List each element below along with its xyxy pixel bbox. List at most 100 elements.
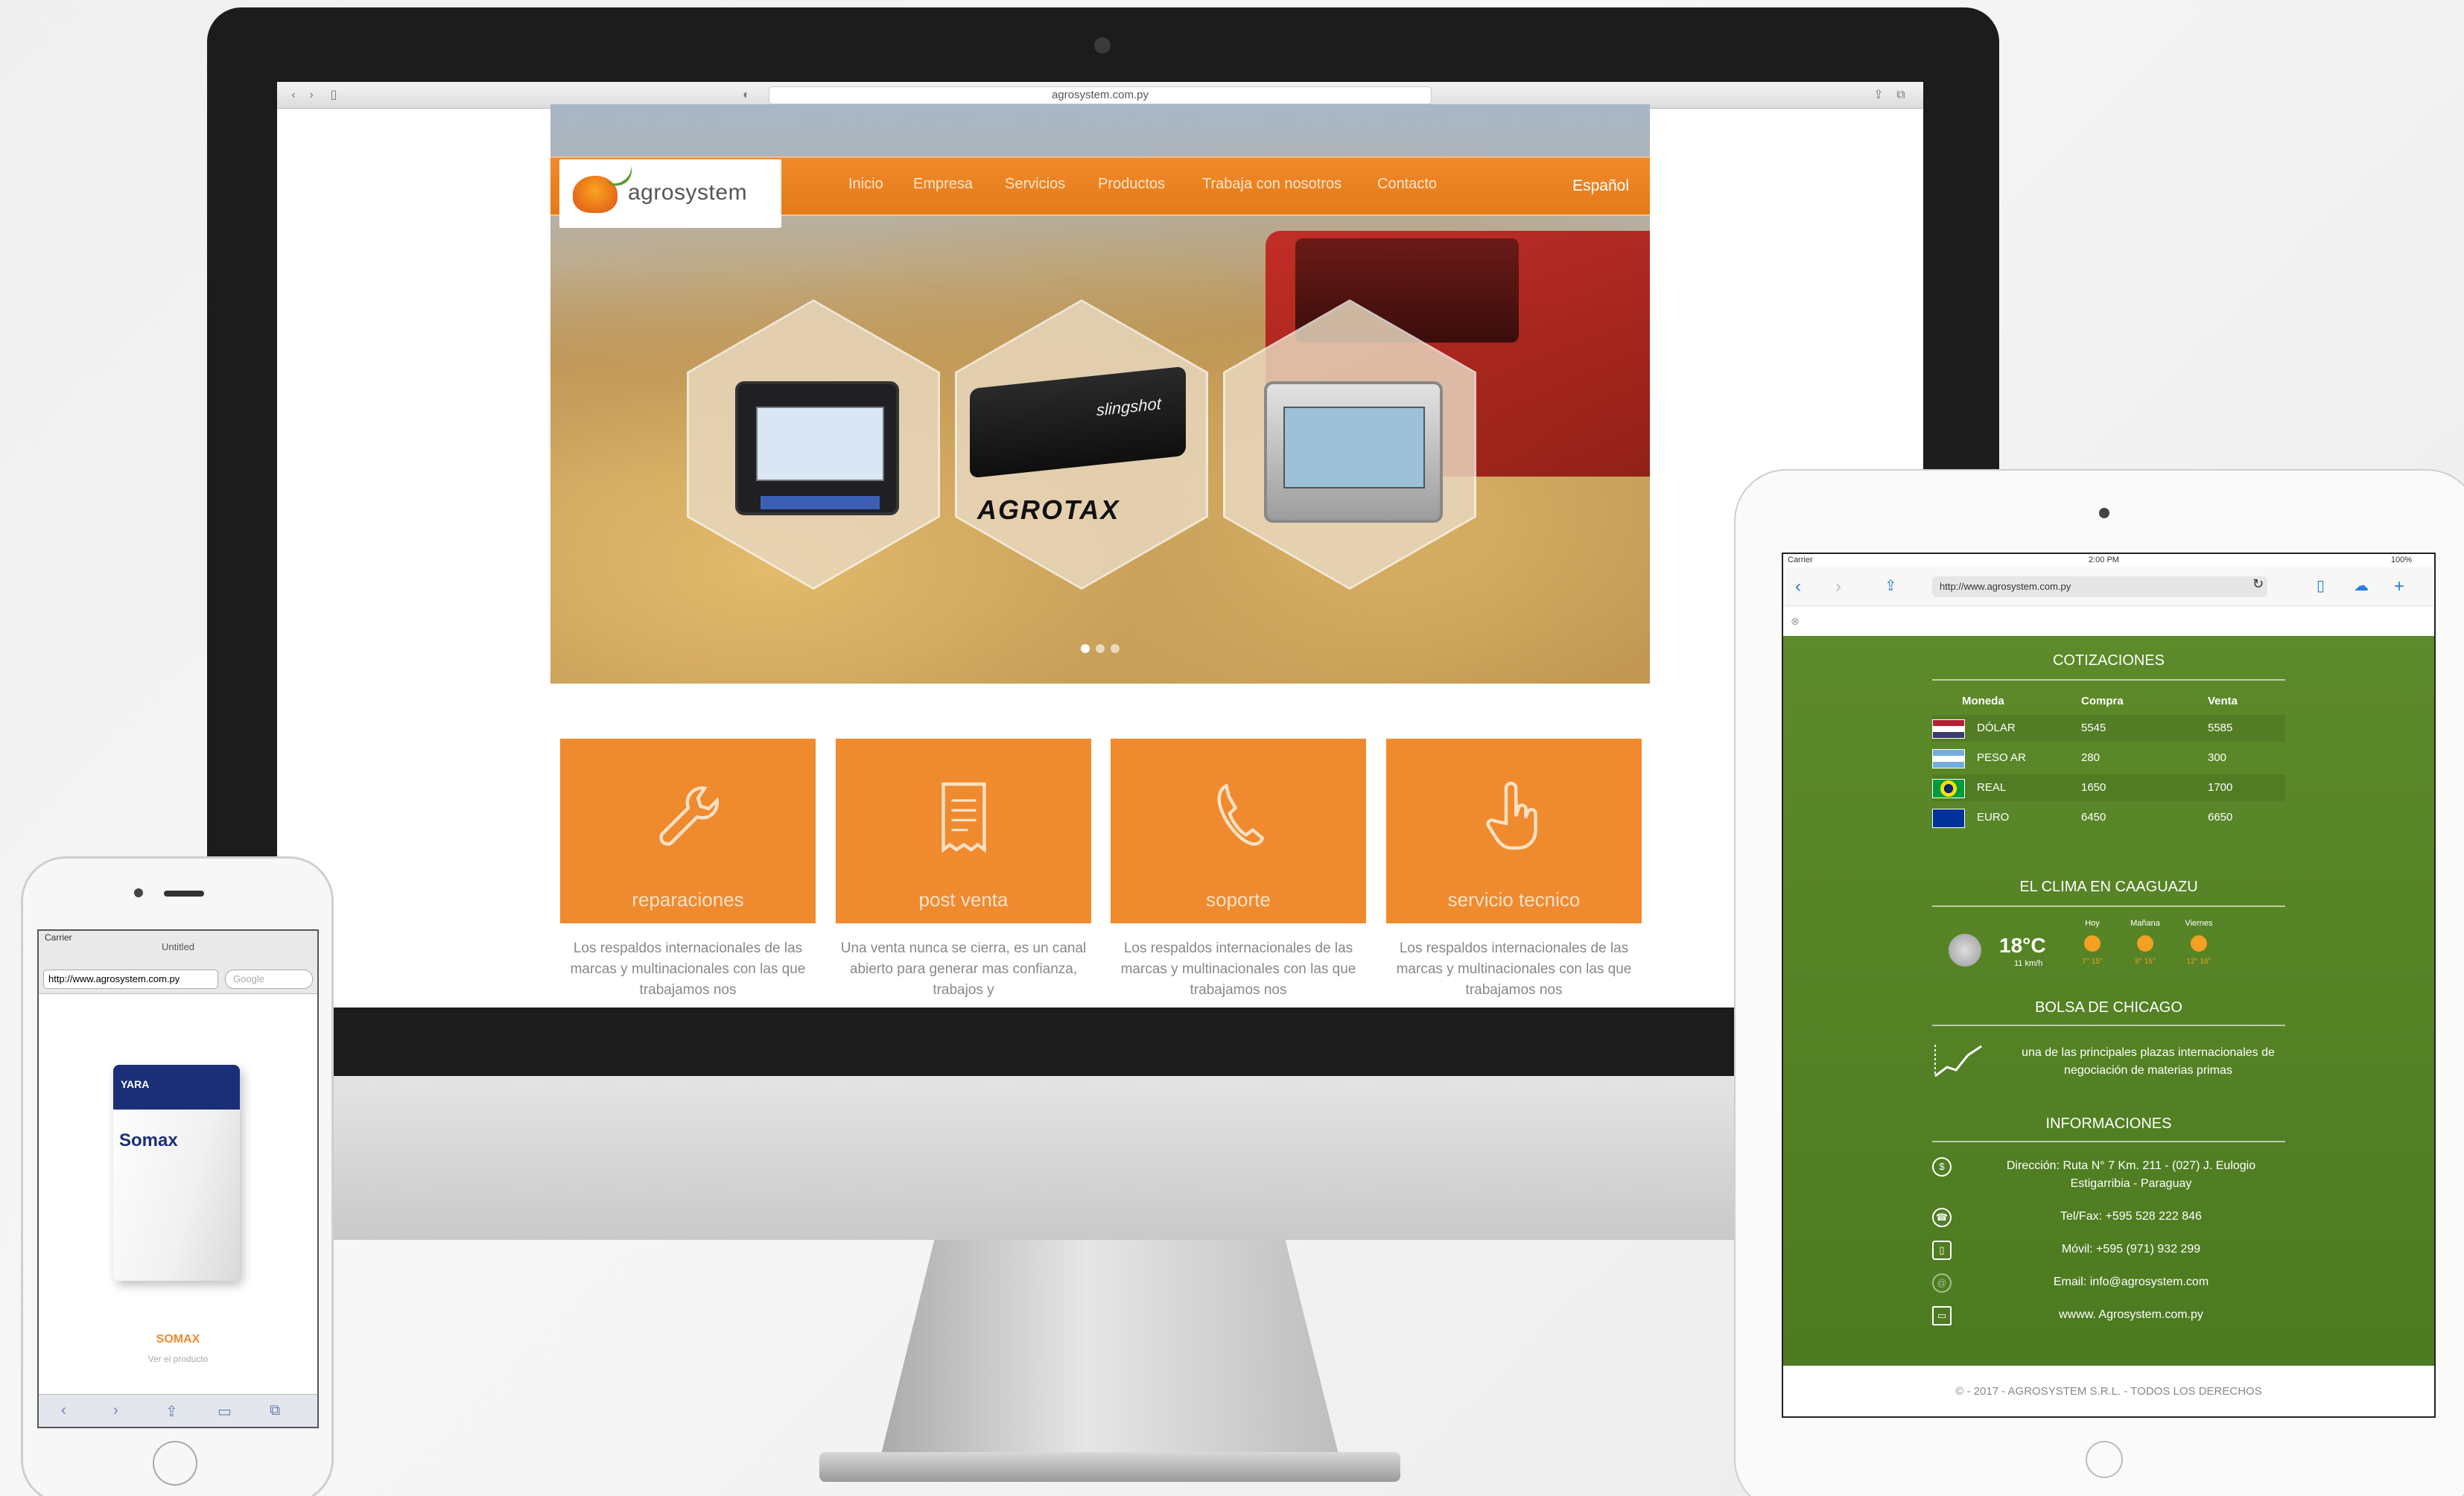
tile-label: reparaciones xyxy=(632,888,744,911)
logo[interactable]: agrosystem xyxy=(559,159,781,228)
bolsa-title: BOLSA DE CHICAGO xyxy=(2035,999,2182,1016)
ipad-browser-toolbar: ‹ › ⇪ http://www.agrosystem.com.py ↻ ▯ ☁… xyxy=(1783,567,2434,606)
back-icon[interactable]: ‹ xyxy=(1795,576,1801,597)
table-row: PESO AR 280 300 xyxy=(1932,745,2285,771)
phone-icon xyxy=(1217,783,1264,846)
address-bar[interactable]: agrosystem.com.py xyxy=(769,86,1432,104)
status-battery: 100% xyxy=(2390,556,2412,564)
table-row: REAL 1650 1700 xyxy=(1932,774,2285,801)
table-row: DÓLAR 5545 5585 xyxy=(1932,715,2285,742)
share-icon[interactable]: ⇪ xyxy=(1871,88,1886,103)
address-bar[interactable]: http://www.agrosystem.com.py xyxy=(1932,576,2267,597)
reload-icon[interactable]: ↻ xyxy=(2252,576,2264,592)
sun-icon xyxy=(2084,935,2101,952)
col-moneda: Moneda xyxy=(1962,695,2004,707)
info-link[interactable]: wwww. Agrosystem.com.py xyxy=(1977,1306,2285,1324)
forecast-range: 12° 16° xyxy=(2186,958,2211,966)
nav-productos[interactable]: Productos xyxy=(1098,176,1165,193)
iphone-home-button[interactable] xyxy=(153,1441,197,1486)
iphone-speaker xyxy=(164,891,204,897)
tile-post-venta[interactable]: post venta xyxy=(836,739,1091,923)
bookmarks-icon[interactable]: ▯ xyxy=(2317,576,2325,595)
receipt-icon xyxy=(941,782,986,853)
nav-empresa[interactable]: Empresa xyxy=(913,176,973,193)
tile-description: Los respaldos internacionales de las mar… xyxy=(1396,940,1632,998)
currency: REAL xyxy=(1977,781,2007,794)
imac-foot xyxy=(819,1452,1400,1482)
cotizaciones-title: COTIZACIONES xyxy=(2052,652,2165,669)
product-image-top: YARA xyxy=(113,1065,240,1110)
tabs-icon[interactable]: ⧉ xyxy=(270,1402,280,1419)
shield-icon[interactable]: ◐ xyxy=(739,88,754,103)
address-bar[interactable]: http://www.agrosystem.com.py xyxy=(43,970,218,989)
temperature: 18°C xyxy=(1999,934,2046,957)
product-name[interactable]: SOMAX xyxy=(39,1333,317,1346)
search-input[interactable]: Google xyxy=(225,970,313,989)
back-icon[interactable]: ‹ xyxy=(286,88,301,103)
tile-description: Los respaldos internacionales de las mar… xyxy=(570,940,806,998)
wrench-icon xyxy=(658,786,719,846)
back-icon[interactable]: ‹ xyxy=(61,1402,66,1419)
compra: 5545 xyxy=(2081,722,2106,734)
ipad-screen: Carrier 2:00 PM 100% ‹ › ⇪ http://www.ag… xyxy=(1782,553,2436,1418)
informaciones-title: INFORMACIONES xyxy=(2045,1115,2172,1132)
forward-icon[interactable]: › xyxy=(1835,576,1841,597)
tile-servicio-tecnico[interactable]: servicio tecnico xyxy=(1386,739,1642,923)
currency: EURO xyxy=(1977,811,2010,824)
iphone-screen: Carrier Untitled http://www.agrosystem.c… xyxy=(37,929,319,1428)
col-venta: Venta xyxy=(2208,695,2238,707)
forecast-range: 8° 15° xyxy=(2135,958,2156,966)
slider-dot-active[interactable] xyxy=(1081,644,1090,653)
agrotax-brand: AGROTAX xyxy=(977,494,1120,525)
iphone-camera xyxy=(134,888,143,897)
bookmarks-icon[interactable]: ▭ xyxy=(217,1402,232,1421)
compra: 6450 xyxy=(2081,811,2106,824)
language-selector[interactable]: Español xyxy=(1572,177,1629,195)
tabs-icon[interactable]: ⧉ xyxy=(1893,88,1908,103)
tile-soporte[interactable]: soporte xyxy=(1111,739,1366,923)
venta: 1700 xyxy=(2208,781,2233,794)
table-header: Moneda Compra Venta xyxy=(1932,688,2285,715)
imac-chin xyxy=(207,1076,1999,1240)
email-icon: @ xyxy=(1932,1273,1952,1293)
slider-dot[interactable] xyxy=(1111,644,1120,653)
currency: PESO AR xyxy=(1977,751,2026,764)
bolsa-text: una de las principales plazas internacio… xyxy=(2022,1046,2275,1077)
ipad-home-button[interactable] xyxy=(2086,1441,2123,1478)
share-icon[interactable]: ⇪ xyxy=(1884,576,1897,595)
share-icon[interactable]: ⇪ xyxy=(165,1402,178,1421)
nav-servicios[interactable]: Servicios xyxy=(1005,176,1065,193)
forecast-range: 7° 15° xyxy=(2082,958,2103,966)
forward-icon[interactable]: › xyxy=(304,88,319,103)
nav-contacto[interactable]: Contacto xyxy=(1377,176,1437,193)
product-link[interactable]: Ver el producto xyxy=(39,1354,317,1364)
status-carrier: Carrier xyxy=(1788,556,1813,564)
divider xyxy=(1932,905,2285,907)
forward-icon[interactable]: › xyxy=(113,1402,118,1419)
slider-dot[interactable] xyxy=(1096,644,1105,653)
nav-inicio[interactable]: Inicio xyxy=(848,176,883,193)
tile-description: Una venta nunca se cierra, es un canal a… xyxy=(840,940,1087,998)
col-compra: Compra xyxy=(2081,695,2124,707)
new-tab-icon[interactable]: + xyxy=(2394,576,2404,597)
tile-reparaciones[interactable]: reparaciones xyxy=(560,739,816,923)
venta: 300 xyxy=(2208,751,2227,764)
hex-frame xyxy=(687,299,940,590)
nav-trabaja[interactable]: Trabaja con nosotros xyxy=(1202,176,1341,193)
argentina-flag-icon xyxy=(1932,749,1965,768)
compra: 1650 xyxy=(2081,781,2106,794)
web-icon: ▭ xyxy=(1932,1306,1952,1325)
info-mobile: ▯ Móvil: +595 (971) 932 299 xyxy=(1932,1241,2285,1260)
monitor-device xyxy=(1264,381,1443,523)
info-link[interactable]: Email: info@agrosystem.com xyxy=(1977,1273,2285,1291)
currency: DÓLAR xyxy=(1977,722,2016,734)
sidebar-icon[interactable]: ▯ xyxy=(326,88,341,103)
cloud-icon[interactable]: ☁ xyxy=(2354,576,2369,595)
forecast-day: Viernes xyxy=(2185,919,2213,928)
info-text: Móvil: +595 (971) 932 299 xyxy=(2061,1243,2201,1255)
close-tab-icon[interactable]: ⊗ xyxy=(1791,615,1800,628)
us-flag-icon xyxy=(1932,719,1965,739)
agrotax-display-device xyxy=(735,381,899,515)
tile-label: servicio tecnico xyxy=(1447,888,1581,911)
imac-stand xyxy=(879,1240,1341,1463)
